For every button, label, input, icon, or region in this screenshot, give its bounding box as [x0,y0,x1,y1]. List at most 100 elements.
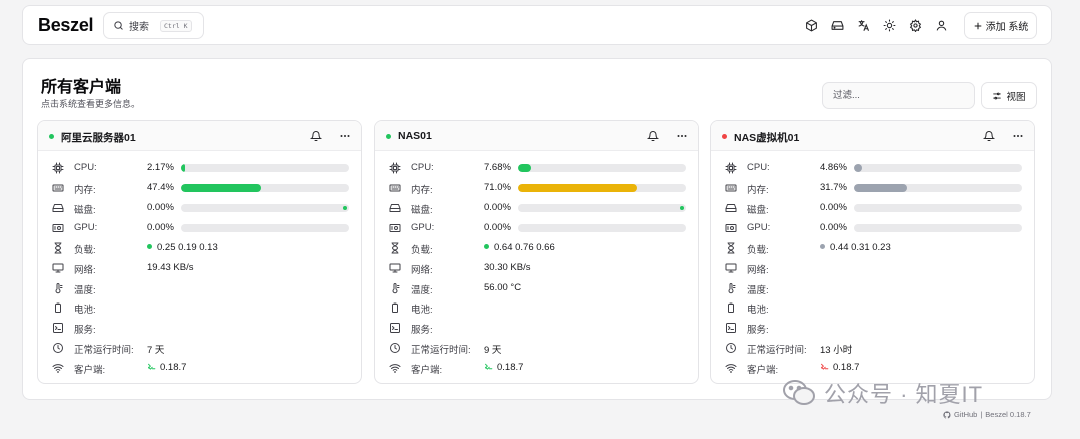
net-icon [389,263,401,273]
uptime-value: 9 天 [484,345,502,356]
battery-label: 电池: [747,305,769,316]
status-dot [49,134,54,139]
mem-value: 47.4% [147,182,174,193]
metric-row-battery: 电池: [375,301,698,316]
agent-icon [389,364,401,373]
add-system-button[interactable]: 添加 系统 [964,12,1037,39]
load-text: 0.64 0.76 0.66 [494,242,555,253]
disk-value: 0.00% [147,202,174,213]
mem-bar-fill [854,184,908,192]
gpu-bar [518,224,686,232]
disk-icon [389,204,401,212]
footer-version[interactable]: Beszel 0.18.7 [985,410,1030,419]
metric-row-agent: 客户端: 0.18.7 [711,361,1034,376]
footer-github-link[interactable]: GitHub [954,410,977,419]
agent-label: 客户端: [747,365,779,376]
gpu-label: GPU: [74,222,98,233]
kbd-ctrl: Ctrl [164,21,180,30]
more-icon[interactable] [675,129,689,147]
agent-version: 0.18.7 [820,362,859,373]
metric-row-cpu: CPU: 2.17% [38,161,361,175]
kbd-k: K [183,21,188,30]
temp-icon [55,283,63,294]
uptime-label: 正常运行时间: [411,345,471,356]
mem-icon [52,184,64,192]
system-name[interactable]: 阿里云服务器01 [61,130,136,145]
cpu-bar-fill [181,164,186,172]
disk-bar-marker [680,206,684,210]
translate-icon[interactable] [854,16,873,35]
net-label: 网络: [411,265,433,276]
net-icon [725,263,737,273]
system-card[interactable]: NAS01 CPU: 7.68% 内存: 71.0% 磁盘: 0.00% GPU: 0.00% 负… [374,120,699,384]
bell-icon[interactable] [646,129,660,147]
mem-bar [854,184,1022,192]
agent-version: 0.18.7 [147,362,186,373]
mem-bar [181,184,349,192]
metric-row-services: 服务: [375,321,698,336]
net-label: 网络: [747,265,769,276]
services-icon [726,323,736,333]
footer: GitHub | Beszel 0.18.7 [943,410,1031,419]
battery-icon [392,302,398,313]
system-card[interactable]: NAS虚拟机01 CPU: 4.86% 内存: 31.7% 磁盘: 0.00% GPU: 0.0… [710,120,1035,384]
metric-row-net: 网络: 19.43 KB/s [38,261,361,276]
gpu-value: 0.00% [484,222,511,233]
bell-icon[interactable] [982,129,996,147]
cpu-label: CPU: [411,162,434,173]
metric-row-disk: 磁盘: 0.00% [711,201,1034,216]
status-dot [386,134,391,139]
load-text: 0.44 0.31 0.23 [830,242,891,253]
agent-text: 0.18.7 [833,362,860,373]
disk-icon [725,204,737,212]
view-button[interactable]: 视图 [981,82,1037,109]
metric-row-cpu: CPU: 4.86% [711,161,1034,175]
cpu-value: 4.86% [820,162,847,173]
card-header: NAS01 [375,121,698,151]
battery-label: 电池: [411,305,433,316]
battery-icon [728,302,734,313]
filter-input[interactable]: 过滤... [822,82,975,109]
more-icon[interactable] [338,129,352,147]
system-card[interactable]: 阿里云服务器01 CPU: 2.17% 内存: 47.4% 磁盘: 0.00% GPU: 0.0… [37,120,362,384]
metric-row-load: 负载: 0.25 0.19 0.13 [38,241,361,256]
github-icon [943,410,951,418]
services-label: 服务: [74,325,96,336]
mem-icon [725,184,737,192]
uptime-label: 正常运行时间: [747,345,807,356]
more-icon[interactable] [1011,129,1025,147]
temp-icon [728,283,736,294]
view-label: 视图 [1006,91,1026,103]
cpu-bar [518,164,686,172]
metric-row-agent: 客户端: 0.18.7 [375,361,698,376]
metric-row-agent: 客户端: 0.18.7 [38,361,361,376]
load-label: 负载: [74,245,96,256]
metric-row-uptime: 正常运行时间: 13 小时 [711,341,1034,356]
user-icon[interactable] [932,16,951,35]
system-name[interactable]: NAS01 [398,130,432,142]
disk-label: 磁盘: [411,205,433,216]
bell-icon[interactable] [309,129,323,147]
settings-icon[interactable] [906,16,925,35]
cube-icon[interactable] [802,16,821,35]
sun-icon[interactable] [880,16,899,35]
disk-bar-marker [343,206,347,210]
cpu-value: 2.17% [147,162,174,173]
disk-bar [854,204,1022,212]
services-label: 服务: [411,325,433,336]
mem-bar-fill [518,184,638,192]
cpu-value: 7.68% [484,162,511,173]
uptime-value: 13 小时 [820,345,853,356]
page-title: 所有客户端 [41,79,122,96]
mem-label: 内存: [74,185,96,196]
hard-drive-icon[interactable] [828,16,847,35]
search-label: 搜索 [129,22,149,33]
gpu-label: GPU: [411,222,435,233]
metric-row-net: 网络: [711,261,1034,276]
metric-row-disk: 磁盘: 0.00% [375,201,698,216]
metric-row-uptime: 正常运行时间: 7 天 [38,341,361,356]
system-name[interactable]: NAS虚拟机01 [734,130,799,145]
search-button[interactable]: 搜索 Ctrl K [103,12,204,39]
net-value: 30.30 KB/s [484,262,531,273]
app-logo[interactable]: Beszel [38,15,94,36]
